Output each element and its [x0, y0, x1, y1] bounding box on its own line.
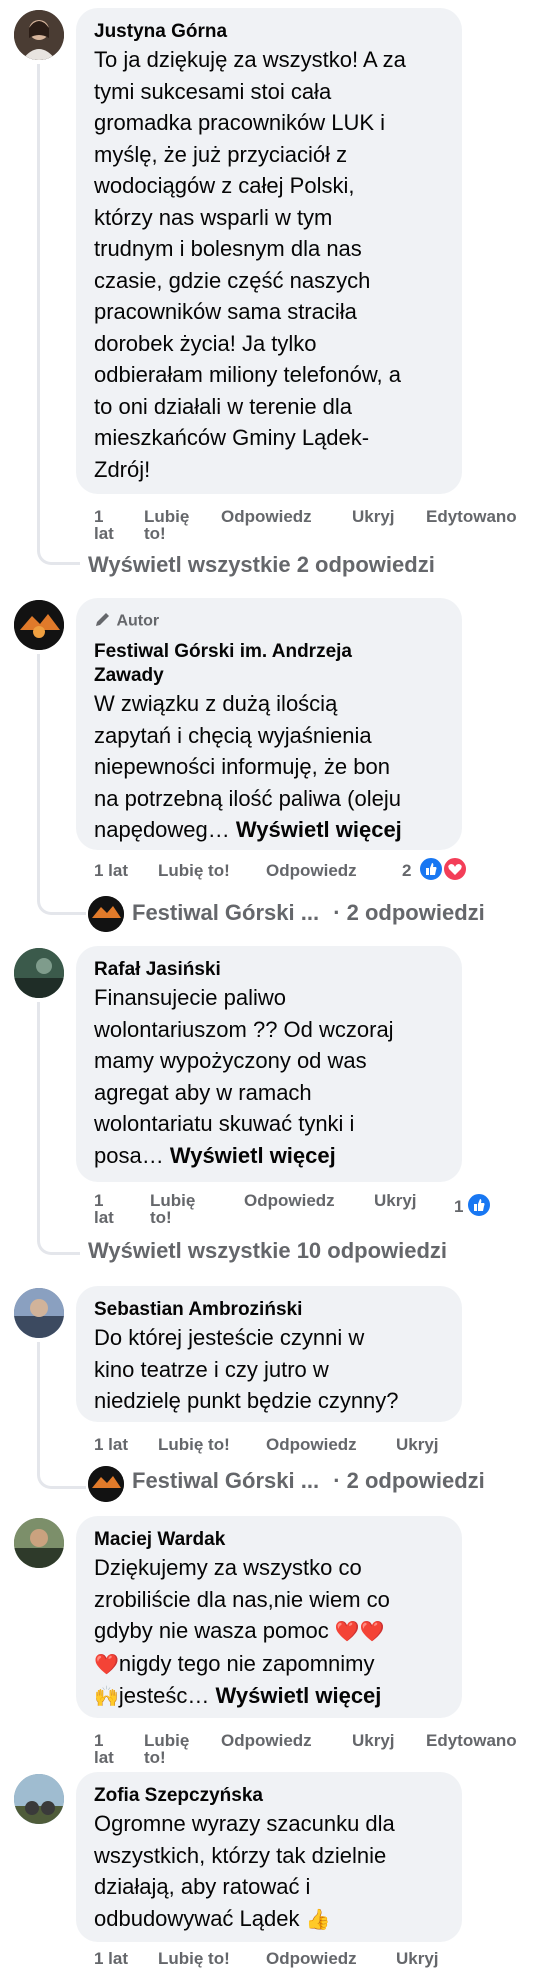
reply-button[interactable]: Odpowiedz: [266, 1950, 357, 1968]
timestamp[interactable]: 1 lat: [94, 1436, 128, 1454]
comment-actions: 1 lat Lubię to! Odpowiedz Ukryj: [94, 1950, 514, 1970]
comment-author[interactable]: Maciej Wardak: [94, 1528, 444, 1552]
hide-button[interactable]: Ukryj: [374, 1192, 417, 1210]
love-reaction-icon: [442, 856, 468, 882]
comment-actions: 1 lat Lubię to! Odpowiedz Ukryj 1: [94, 1192, 514, 1232]
like-reaction-icon: [418, 856, 444, 882]
comment-bubble: Autor Festiwal Górski im. Andrzeja Zawad…: [76, 598, 462, 850]
reply-author[interactable]: Festiwal Górski ...: [132, 900, 319, 925]
comment-bubble: Justyna Górna To ja dziękuję za wszystko…: [76, 8, 462, 494]
comment-actions: 1 lat Lubię to! Odpowiedz Ukryj: [94, 1436, 514, 1460]
comment-text: To ja dziękuję za wszystko! A za tymi su…: [94, 47, 406, 482]
reply-button[interactable]: Odpowiedz: [221, 1732, 312, 1750]
timestamp[interactable]: lat: [94, 1209, 114, 1227]
comment-author[interactable]: Justyna Górna: [94, 20, 444, 44]
reply-avatar[interactable]: [88, 1466, 124, 1502]
avatar[interactable]: [14, 1518, 64, 1568]
timestamp[interactable]: 1 lat: [94, 862, 128, 880]
comment-bubble: Maciej Wardak Dziękujemy za wszystko co …: [76, 1516, 462, 1718]
comment-author[interactable]: Zawady: [94, 664, 444, 688]
thread-line: [37, 64, 80, 565]
reply-author[interactable]: Festiwal Górski ...: [132, 1468, 319, 1493]
like-button[interactable]: Lubię to!: [158, 1436, 230, 1454]
heart-emoji: ❤️❤️: [334, 1619, 385, 1643]
reply-count[interactable]: · 2 odpowiedzi: [333, 900, 485, 925]
comment-text: Finansujecie paliwo wolontariuszom ?? Od…: [94, 985, 394, 1168]
like-button[interactable]: to!: [150, 1209, 172, 1227]
pencil-icon: [94, 610, 112, 633]
comment-actions: 1 lat Lubię to! Odpowiedz Ukryj Edytowan…: [94, 1732, 534, 1772]
reply-button[interactable]: Odpowiedz: [266, 862, 357, 880]
author-badge: Autor: [94, 610, 444, 634]
reply-button[interactable]: Odpowiedz: [221, 508, 312, 526]
thread-line: [37, 1002, 80, 1255]
hide-button[interactable]: Ukryj: [396, 1436, 439, 1454]
like-button[interactable]: Lubię to!: [158, 1950, 230, 1968]
timestamp[interactable]: 1 lat: [94, 1950, 128, 1968]
timestamp[interactable]: lat: [94, 1749, 114, 1767]
reply-button[interactable]: Odpowiedz: [244, 1192, 335, 1210]
comment-bubble: Zofia Szepczyńska Ogromne wyrazy szacunk…: [76, 1772, 462, 1942]
avatar[interactable]: [14, 600, 64, 650]
comment-bubble: Sebastian Ambroziński Do której jesteści…: [76, 1286, 462, 1422]
reaction-count[interactable]: 2: [402, 862, 411, 880]
comment-author[interactable]: Festiwal Górski im. Andrzeja: [94, 640, 444, 664]
comment-text: Dziękujemy za wszystko co zrobiliście dl…: [94, 1555, 390, 1708]
like-button[interactable]: to!: [144, 525, 166, 543]
avatar[interactable]: [14, 1774, 64, 1824]
reply-avatar[interactable]: [88, 896, 124, 932]
timestamp[interactable]: lat: [94, 525, 114, 543]
avatar[interactable]: [14, 10, 64, 60]
comment-author[interactable]: Zofia Szepczyńska: [94, 1784, 444, 1808]
view-replies-link[interactable]: Wyświetl wszystkie 2 odpowiedzi: [88, 552, 435, 578]
see-more-link[interactable]: Wyświetl więcej: [236, 817, 402, 842]
comment-text: Ogromne wyrazy szacunku dla wszystkich, …: [94, 1811, 395, 1931]
like-button[interactable]: to!: [144, 1749, 166, 1767]
like-button[interactable]: Lubię to!: [158, 862, 230, 880]
raised-hands-emoji: 🙌: [94, 1684, 119, 1708]
see-more-link[interactable]: Wyświetl więcej: [170, 1143, 336, 1168]
hide-button[interactable]: Ukryj: [396, 1950, 439, 1968]
hide-button[interactable]: Ukryj: [352, 1732, 395, 1750]
reply-count[interactable]: · 2 odpowiedzi: [333, 1468, 485, 1493]
comment-text: Do której jesteście czynni w kino teatrz…: [94, 1325, 399, 1413]
comment-author[interactable]: Sebastian Ambroziński: [94, 1298, 444, 1322]
reply-preview[interactable]: Festiwal Górski ... · 2 odpowiedzi: [132, 900, 485, 926]
like-reaction-icon: [466, 1192, 492, 1218]
edited-label: Edytowano: [426, 1731, 517, 1750]
comment-author[interactable]: Rafał Jasiński: [94, 958, 444, 982]
heart-emoji: ❤️: [94, 1651, 119, 1676]
thumbs-up-emoji: 👍: [305, 1906, 331, 1931]
reply-preview[interactable]: Festiwal Górski ... · 2 odpowiedzi: [132, 1468, 485, 1494]
reaction-count[interactable]: 1: [454, 1198, 463, 1216]
edited-label: Edytowano: [426, 507, 517, 526]
comment-bubble: Rafał Jasiński Finansujecie paliwo wolon…: [76, 946, 462, 1182]
view-replies-link[interactable]: Wyświetl wszystkie 10 odpowiedzi: [88, 1238, 447, 1264]
avatar[interactable]: [14, 948, 64, 998]
hide-button[interactable]: Ukryj: [352, 508, 395, 526]
see-more-link[interactable]: Wyświetl więcej: [216, 1683, 382, 1708]
avatar[interactable]: [14, 1288, 64, 1338]
comment-actions: 1 lat Lubię to! Odpowiedz Ukryj Edytowan…: [94, 508, 534, 548]
reply-button[interactable]: Odpowiedz: [266, 1436, 357, 1454]
comment-text: W związku z dużą ilością zapytań i chęci…: [94, 691, 402, 842]
